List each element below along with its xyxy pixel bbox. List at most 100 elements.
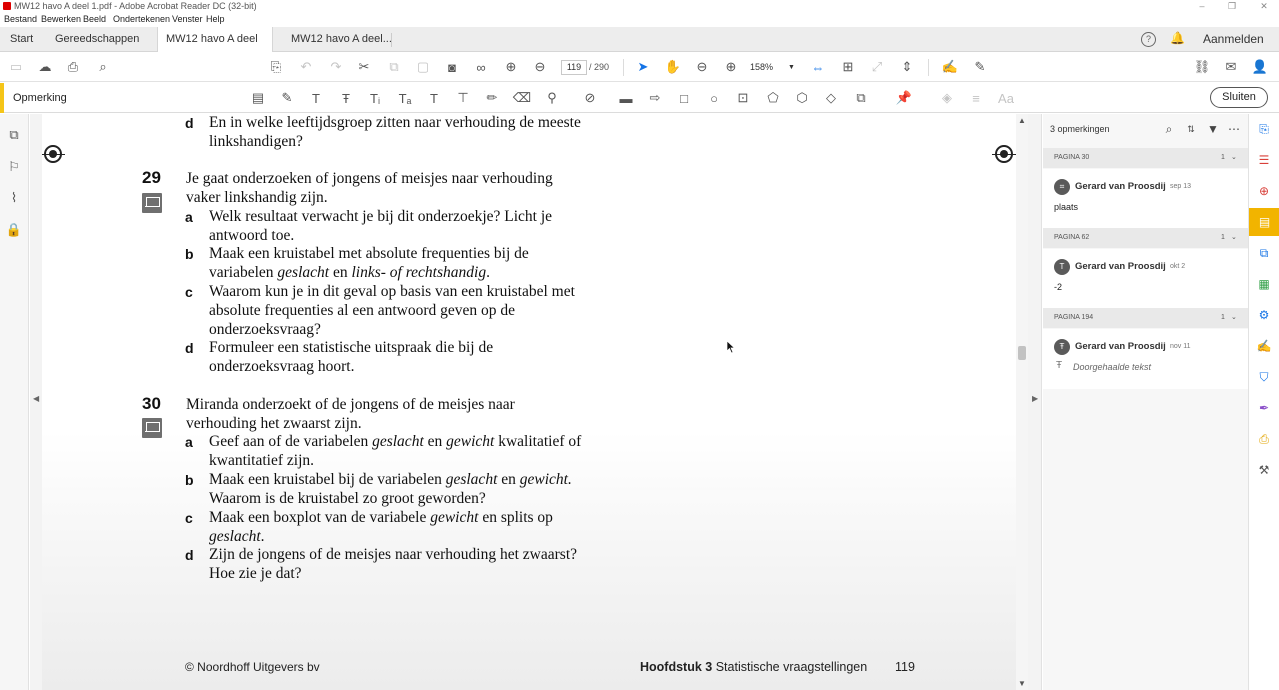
save-icon[interactable]: ▭ bbox=[6, 57, 26, 77]
zoom-level-select[interactable]: 158% ▼ bbox=[750, 60, 798, 75]
text-box-icon[interactable]: ⊤ bbox=[453, 88, 473, 108]
security-lock-icon[interactable]: 🔒 bbox=[5, 221, 23, 239]
restore-button[interactable]: ❐ bbox=[1225, 0, 1239, 12]
stamp-icon[interactable]: ⚲ bbox=[542, 88, 562, 108]
add-user-icon[interactable]: 👤 bbox=[1250, 57, 1270, 77]
select-cursor-icon[interactable]: ➤ bbox=[633, 57, 653, 77]
redo-icon[interactable]: ↷ bbox=[326, 57, 346, 77]
cloud-icon[interactable]: ⬡ bbox=[792, 88, 812, 108]
full-screen-icon[interactable]: ⤢ bbox=[867, 57, 887, 77]
comment-tool-icon[interactable]: ▤ bbox=[1249, 208, 1279, 236]
zoom-in-icon[interactable]: ⊕ bbox=[721, 57, 741, 77]
export-pdf-icon[interactable]: ⎘ bbox=[1255, 120, 1273, 138]
close-window-button[interactable]: ✕ bbox=[1257, 0, 1271, 12]
snapshot-icon[interactable]: ◙ bbox=[442, 57, 462, 77]
highlight-icon[interactable]: ✎ bbox=[277, 88, 297, 108]
zoom-out-icon[interactable]: ⊖ bbox=[692, 57, 712, 77]
vertical-scrollbar[interactable]: ▲ ▼ bbox=[1016, 114, 1028, 690]
menu-bewerken[interactable]: Bewerken bbox=[41, 12, 81, 26]
menu-bestand[interactable]: Bestand bbox=[4, 12, 37, 26]
notification-bell-icon[interactable]: 🔔 bbox=[1170, 31, 1185, 45]
undo-icon[interactable]: ↶ bbox=[296, 57, 316, 77]
line-icon[interactable]: ▬ bbox=[616, 88, 636, 108]
tab-document-active[interactable]: MW12 havo A deel ... × bbox=[157, 27, 273, 70]
previous-page-icon[interactable]: ⊕ bbox=[501, 57, 521, 77]
font-size-label[interactable]: Aa bbox=[996, 88, 1016, 108]
send-signature-icon[interactable]: ✒ bbox=[1255, 399, 1273, 417]
arrow-icon[interactable]: ⇨ bbox=[645, 88, 665, 108]
menu-beeld[interactable]: Beeld bbox=[83, 12, 106, 26]
share-link-icon[interactable]: ⛓ bbox=[1192, 57, 1212, 77]
page-thumbnails-icon[interactable]: ⧉ bbox=[5, 126, 23, 144]
tab-document-other[interactable]: MW12 havo A deel... bbox=[283, 27, 400, 52]
comment-item[interactable]: T Gerard van Proosdij okt 2 -2 bbox=[1043, 249, 1248, 309]
pin-icon[interactable]: 📌 bbox=[894, 88, 914, 108]
edit-pdf-icon[interactable]: ▦ bbox=[1255, 275, 1273, 293]
attachment-paperclip-icon[interactable]: ⌇ bbox=[5, 189, 23, 207]
scroll-up-icon[interactable]: ▲ bbox=[1018, 116, 1026, 125]
attach-file-icon[interactable]: ⊘ bbox=[580, 88, 600, 108]
scissors-icon[interactable]: ✂ bbox=[354, 57, 374, 77]
comment-group-header[interactable]: PAGINA 62 1 ⌄ bbox=[1043, 228, 1248, 248]
create-pdf-icon[interactable]: ⊕ bbox=[1255, 182, 1273, 200]
sign-pen-icon[interactable]: ✍ bbox=[940, 57, 960, 77]
add-text-icon[interactable]: T bbox=[424, 88, 444, 108]
comment-item[interactable]: ⌗ Gerard van Proosdij sep 13 plaats bbox=[1043, 169, 1248, 229]
strikethrough-text-icon[interactable]: Ŧ bbox=[336, 88, 356, 108]
document-viewport[interactable]: d En in welke leeftijdsgroep zitten naar… bbox=[42, 114, 1016, 690]
search-zoom-icon[interactable]: ⌕ bbox=[93, 57, 113, 77]
print-icon[interactable]: ⎙ bbox=[63, 57, 83, 77]
protect-shield-icon[interactable]: ⛉ bbox=[1255, 368, 1273, 386]
pencil-icon[interactable]: ✏ bbox=[482, 88, 502, 108]
more-options-icon[interactable]: ⋯ bbox=[1226, 121, 1242, 137]
upload-cloud-icon[interactable]: ☁ bbox=[35, 57, 55, 77]
fill-sign-icon[interactable]: ✎ bbox=[970, 57, 990, 77]
help-icon[interactable]: ? bbox=[1141, 32, 1156, 47]
eraser-icon[interactable]: ⌫ bbox=[512, 88, 532, 108]
digital-exercise-icon[interactable] bbox=[142, 193, 162, 213]
replace-text-icon[interactable]: Tᵢ bbox=[365, 88, 385, 108]
group-icon[interactable]: ⧉ bbox=[851, 88, 871, 108]
left-panel-collapse[interactable]: ◀ bbox=[30, 114, 42, 690]
paste-icon[interactable]: ▢ bbox=[413, 57, 433, 77]
menu-venster[interactable]: Venster bbox=[172, 12, 203, 26]
fill-sign-tool-icon[interactable]: ✍ bbox=[1255, 337, 1273, 355]
callout-icon[interactable]: ⊡ bbox=[733, 88, 753, 108]
comment-group-header[interactable]: PAGINA 30 1 ⌄ bbox=[1043, 148, 1248, 168]
send-comments-icon[interactable]: ⎙ bbox=[1255, 430, 1273, 448]
minimize-button[interactable]: ‒ bbox=[1195, 0, 1209, 12]
copy-icon[interactable]: ⧉ bbox=[384, 57, 404, 77]
scan-ocr-icon[interactable]: ⚙ bbox=[1255, 306, 1273, 324]
polyline-icon[interactable]: ◇ bbox=[821, 88, 841, 108]
search-icon[interactable]: ⌕ bbox=[1161, 121, 1177, 137]
fill-color-icon[interactable]: ◈ bbox=[937, 88, 957, 108]
scroll-thumb[interactable] bbox=[1018, 346, 1026, 360]
filter-icon[interactable]: ▼ bbox=[1205, 121, 1221, 137]
close-comment-button[interactable]: Sluiten bbox=[1210, 87, 1268, 108]
digital-exercise-icon[interactable] bbox=[142, 418, 162, 438]
oval-icon[interactable]: ○ bbox=[704, 88, 724, 108]
comment-group-header[interactable]: PAGINA 194 1 ⌄ bbox=[1043, 308, 1248, 328]
insert-text-icon[interactable]: Tₐ bbox=[395, 88, 415, 108]
comment-item[interactable]: Ŧ Gerard van Proosdij nov 11 Ŧ Doorgehaa… bbox=[1043, 329, 1248, 389]
organize-pages-icon[interactable]: ☰ bbox=[1255, 151, 1273, 169]
underline-text-icon[interactable]: T bbox=[306, 88, 326, 108]
bookmark-icon[interactable]: ⚐ bbox=[5, 158, 23, 176]
sort-icon[interactable]: ⇅ bbox=[1183, 121, 1199, 137]
sticky-note-icon[interactable]: ▤ bbox=[248, 88, 268, 108]
menu-help[interactable]: Help bbox=[206, 12, 225, 26]
scroll-down-icon[interactable]: ▼ bbox=[1018, 679, 1026, 688]
scroll-mode-icon[interactable]: ⇕ bbox=[897, 57, 917, 77]
tab-tools[interactable]: Gereedschappen bbox=[47, 27, 147, 52]
email-icon[interactable]: ✉ bbox=[1221, 57, 1241, 77]
rectangle-icon[interactable]: □ bbox=[674, 88, 694, 108]
tab-start[interactable]: Start bbox=[2, 27, 41, 52]
fit-page-icon[interactable]: ⊞ bbox=[838, 57, 858, 77]
hand-tool-icon[interactable]: ✋ bbox=[663, 57, 683, 77]
page-number-input[interactable]: 119 bbox=[561, 60, 587, 75]
more-tools-icon[interactable]: ⚒ bbox=[1255, 461, 1273, 479]
polygon-icon[interactable]: ⬠ bbox=[763, 88, 783, 108]
signin-link[interactable]: Aanmelden bbox=[1203, 27, 1264, 52]
line-width-icon[interactable]: ≡ bbox=[966, 88, 986, 108]
right-panel-collapse[interactable]: ▶ bbox=[1028, 114, 1042, 690]
